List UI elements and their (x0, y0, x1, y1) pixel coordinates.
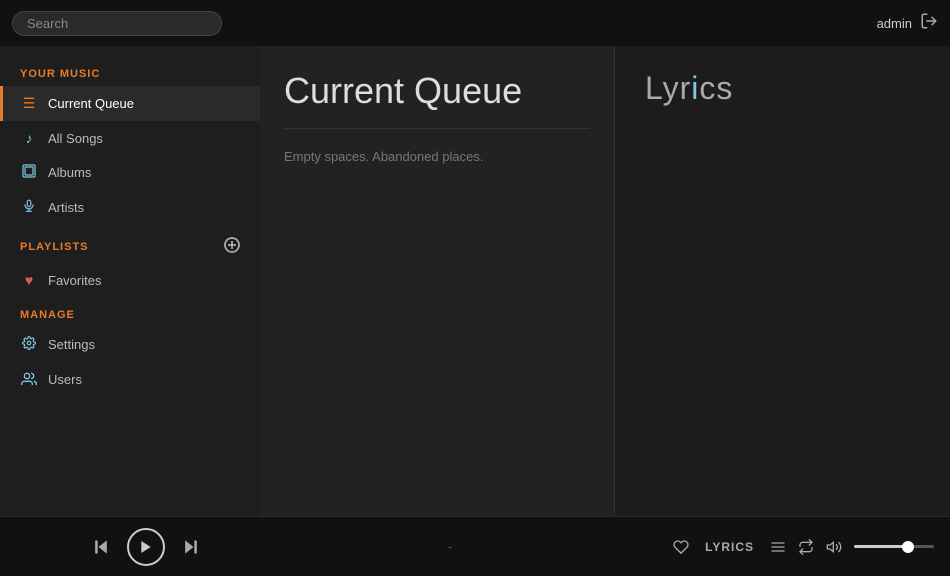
playlists-title: PLAYLISTS (20, 241, 89, 253)
content-panels: Current Queue Empty spaces. Abandoned pl… (260, 46, 950, 516)
main-area: YOUR MUSIC ☰ Current Queue ♪ All Songs A… (0, 46, 950, 516)
next-button[interactable] (177, 533, 205, 561)
sidebar-item-label: Albums (48, 165, 91, 180)
player-center: - (276, 539, 624, 554)
sidebar-item-label: Artists (48, 200, 84, 215)
gear-icon (20, 336, 38, 353)
sidebar-item-label: Users (48, 372, 82, 387)
lyrics-button[interactable]: LYRICS (701, 540, 758, 554)
users-icon (20, 371, 38, 388)
sidebar-item-label: Current Queue (48, 96, 134, 111)
sidebar-item-albums[interactable]: Albums (0, 155, 260, 190)
sidebar-item-all-songs[interactable]: ♪ All Songs (0, 121, 260, 155)
now-playing-text: - (448, 539, 452, 554)
volume-button[interactable] (826, 539, 842, 555)
lyrics-title: Lyrics (645, 70, 733, 107)
player-bar: - LYRICS (0, 516, 950, 576)
sidebar-item-label: Settings (48, 337, 95, 352)
queue-title: Current Queue (260, 46, 614, 128)
sidebar-item-settings[interactable]: Settings (0, 327, 260, 362)
lyrics-panel: Lyrics (615, 46, 950, 516)
queue-panel: Current Queue Empty spaces. Abandoned pl… (260, 46, 615, 516)
player-controls (16, 528, 276, 566)
lyrics-title-end: cs (699, 70, 733, 106)
sidebar-item-favorites[interactable]: ♥ Favorites (0, 263, 260, 297)
playlists-header: PLAYLISTS (0, 225, 260, 263)
topbar: admin (0, 0, 950, 46)
microphone-icon (20, 199, 38, 216)
your-music-title: YOUR MUSIC (0, 56, 260, 86)
logout-icon[interactable] (920, 12, 938, 35)
queue-empty-message: Empty spaces. Abandoned places. (260, 129, 614, 516)
sidebar-item-artists[interactable]: Artists (0, 190, 260, 225)
queue-list-button[interactable] (770, 539, 786, 555)
admin-label: admin (877, 16, 912, 31)
add-playlist-button[interactable] (224, 237, 240, 257)
sidebar-item-users[interactable]: Users (0, 362, 260, 397)
search-input[interactable] (12, 11, 222, 36)
album-icon (20, 164, 38, 181)
music-note-icon: ♪ (20, 130, 38, 146)
prev-button[interactable] (87, 533, 115, 561)
heart-icon: ♥ (20, 272, 38, 288)
queue-icon: ☰ (20, 95, 38, 112)
sidebar: YOUR MUSIC ☰ Current Queue ♪ All Songs A… (0, 46, 260, 516)
repeat-button[interactable] (798, 539, 814, 555)
sidebar-item-label: All Songs (48, 131, 103, 146)
lyrics-title-plain: Lyr (645, 70, 691, 106)
manage-title: MANAGE (0, 297, 260, 327)
volume-slider[interactable] (854, 545, 934, 548)
favorite-button[interactable] (673, 539, 689, 555)
play-button[interactable] (127, 528, 165, 566)
topbar-right: admin (877, 12, 938, 35)
player-right: LYRICS (624, 539, 934, 555)
sidebar-item-current-queue[interactable]: ☰ Current Queue (0, 86, 260, 121)
sidebar-item-label: Favorites (48, 273, 101, 288)
